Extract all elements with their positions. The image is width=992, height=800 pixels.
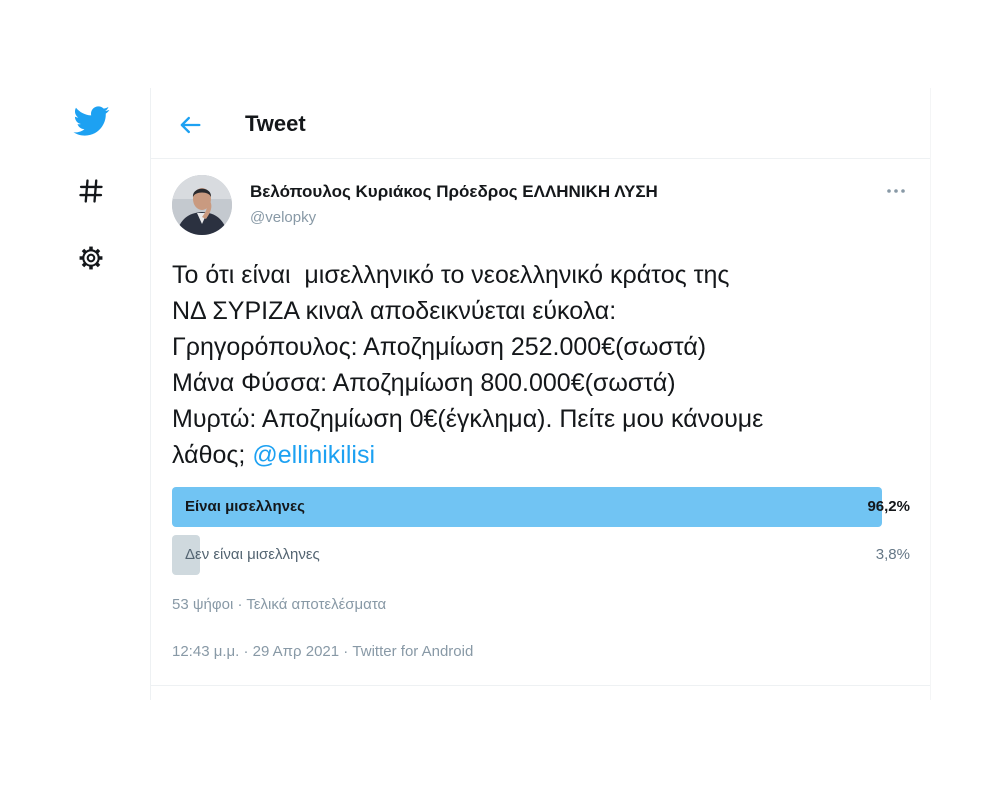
tweet-bottom-divider <box>150 685 930 686</box>
settings-gear-icon[interactable] <box>77 244 105 272</box>
poll-option-label: Δεν είναι μισελληνες <box>185 546 320 563</box>
poll-option: Είναι μισελληνες 96,2% <box>172 487 910 527</box>
author-handle[interactable]: @velopky <box>250 208 316 228</box>
arrow-left-icon[interactable] <box>176 111 204 139</box>
poll-option-percent: 3,8% <box>875 546 910 563</box>
poll-option-percent: 96,2% <box>867 498 910 515</box>
avatar-photo <box>172 175 232 235</box>
hashtag-icon[interactable] <box>77 177 105 205</box>
tweet-text-line: Μάνα Φύσσα: Αποζημίωση 800.000€(σωστά) <box>172 369 676 397</box>
twitter-bird-icon[interactable] <box>72 102 110 140</box>
tweet-text-last-line: λάθος; @ellinikilisi <box>172 437 763 473</box>
panel-left-border <box>150 88 151 700</box>
poll-summary: 53 ψήφοι · Τελικά αποτελέσματα <box>172 596 387 613</box>
panel-right-border <box>930 88 931 700</box>
tweet-text-line: Γρηγορόπουλος: Αποζημίωση 252.000€(σωστά… <box>172 333 707 361</box>
poll-option-label: Είναι μισελληνες <box>185 498 305 515</box>
tweet-timestamp-source[interactable]: 12:43 μ.μ. · 29 Απρ 2021 · Twitter for A… <box>172 642 473 662</box>
tweet-text-line: ΝΔ ΣΥΡΙΖΑ κιναλ αποδεικνύεται εύκολα: <box>172 297 617 325</box>
poll-option: Δεν είναι μισελληνες 3,8% <box>172 535 910 575</box>
page-title: Tweet <box>245 111 306 136</box>
poll: Είναι μισελληνες 96,2% Δεν είναι μισελλη… <box>172 487 910 583</box>
avatar[interactable] <box>172 175 232 235</box>
tweet-text-fragment: λάθος; <box>172 441 246 469</box>
tweet-text-line: Μυρτώ: Αποζημίωση 0€(έγκλημα). Πείτε μου… <box>172 405 764 433</box>
mention-link[interactable]: @ellinikilisi <box>252 441 375 469</box>
author-name[interactable]: Βελόπουλος Κυριάκος Πρόεδρος ΕΛΛΗΝΙΚΗ ΛΥ… <box>250 181 658 203</box>
header-divider <box>150 158 930 159</box>
tweet-text: Το ότι είναι μισελληνικό το νεοελληνικό … <box>172 257 763 473</box>
more-horizontal-icon[interactable] <box>884 181 908 201</box>
tweet-text-line: Το ότι είναι μισελληνικό το νεοελληνικό … <box>172 261 730 289</box>
